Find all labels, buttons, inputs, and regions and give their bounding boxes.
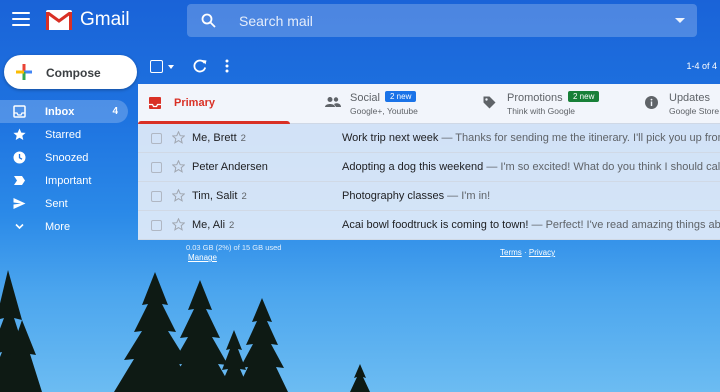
email-subject: Photography classes — [342, 190, 445, 202]
compose-plus-icon — [16, 64, 32, 80]
new-count-badge: 2 new — [568, 91, 600, 102]
email-subject: Adopting a dog this weekend — [342, 161, 484, 173]
sidebar-item-snoozed[interactable]: Snoozed — [0, 146, 130, 169]
gmail-logo[interactable]: Gmail — [46, 9, 130, 31]
row-checkbox[interactable] — [151, 133, 162, 144]
tab-primary[interactable]: Primary — [138, 84, 290, 124]
tag-icon — [483, 96, 496, 109]
tab-promotions[interactable]: Promotions 2 new Think with Google — [478, 84, 638, 124]
email-sender: Tim, Salit 2 — [192, 190, 247, 202]
tab-label: Promotions — [507, 92, 563, 104]
sender-name: Me, Ali — [192, 219, 226, 231]
mail-toolbar: 1-4 of 4 — [140, 55, 720, 79]
email-row[interactable]: Me, Ali 2 Acai bowl foodtruck is coming t… — [138, 211, 720, 240]
sidebar-item-more[interactable]: More — [0, 215, 130, 238]
email-sender: Me, Brett 2 — [192, 132, 246, 144]
privacy-link[interactable]: Privacy — [529, 248, 555, 257]
email-subject: Work trip next week — [342, 132, 439, 144]
app-name: Gmail — [80, 9, 130, 30]
email-sender: Me, Ali 2 — [192, 219, 234, 231]
search-bar[interactable]: Search mail — [187, 4, 697, 37]
row-checkbox[interactable] — [151, 191, 162, 202]
compose-button[interactable]: Compose — [4, 55, 137, 89]
tab-updates[interactable]: Updates Google Store — [643, 84, 720, 124]
select-options-icon[interactable] — [168, 65, 174, 69]
email-snippet: — I'm so excited! What do you think I sh… — [486, 161, 720, 173]
email-snippet: — Perfect! I've read amazing things abou… — [531, 219, 720, 231]
tab-social[interactable]: Social 2 new Google+, Youtube — [321, 84, 461, 124]
email-preview: Adopting a dog this weekend — I'm so exc… — [342, 161, 720, 173]
sender-name: Tim, Salit — [192, 190, 238, 202]
important-icon — [14, 176, 25, 185]
sidebar: Inbox 4 Starred Snoozed Important Sent M… — [0, 100, 130, 238]
tab-subtitle: Google+, Youtube — [350, 106, 418, 116]
sidebar-item-inbox[interactable]: Inbox 4 — [0, 100, 128, 123]
tab-subtitle: Think with Google — [507, 106, 576, 116]
mail-list-panel: Primary Social 2 new Google+, Youtube Pr… — [138, 84, 720, 240]
background-trees-image — [0, 270, 370, 392]
email-snippet: — I'm in! — [444, 190, 491, 202]
sender-name: Me, Brett — [192, 132, 237, 144]
email-row[interactable]: Peter Andersen Adopting a dog this weeke… — [138, 153, 720, 182]
sidebar-item-label: Starred — [45, 129, 82, 141]
people-icon — [325, 97, 341, 107]
thread-count: 2 — [240, 133, 246, 144]
link-separator: · — [521, 248, 529, 257]
sidebar-item-starred[interactable]: Starred — [0, 123, 130, 146]
refresh-icon[interactable] — [192, 58, 208, 74]
email-snippet: — Thanks for sending me the itinerary. I… — [438, 132, 720, 144]
tab-subtitle: Google Store — [669, 106, 720, 116]
manage-storage-link[interactable]: Manage — [188, 253, 217, 262]
storage-usage: 0.03 GB (2%) of 15 GB used — [186, 243, 282, 252]
sidebar-item-label: More — [45, 221, 71, 233]
row-checkbox[interactable] — [151, 162, 162, 173]
select-all-checkbox[interactable] — [150, 60, 163, 73]
sidebar-item-sent[interactable]: Sent — [0, 192, 130, 215]
search-icon — [201, 13, 216, 28]
tab-label: Social — [350, 92, 380, 104]
sidebar-item-label: Snoozed — [45, 152, 89, 164]
email-preview: Work trip next week — Thanks for sending… — [342, 132, 720, 144]
sidebar-item-important[interactable]: Important — [0, 169, 130, 192]
sidebar-item-label: Inbox — [45, 106, 75, 118]
compose-label: Compose — [46, 66, 101, 80]
email-subject: Acai bowl foodtruck is coming to town! — [342, 219, 529, 231]
thread-count: 2 — [241, 191, 247, 202]
email-row[interactable]: Tim, Salit 2 Photography classes — I'm in… — [138, 182, 720, 211]
top-bar: Gmail Search mail — [0, 0, 720, 40]
email-sender: Peter Andersen — [192, 161, 272, 173]
main-menu-button[interactable] — [12, 10, 30, 28]
footer-links: Terms · Privacy — [500, 248, 555, 257]
chevron-down-icon — [15, 223, 24, 230]
row-checkbox[interactable] — [151, 220, 162, 231]
more-vert-icon[interactable] — [224, 58, 230, 74]
clock-icon — [13, 151, 26, 164]
search-options-icon[interactable] — [675, 18, 685, 23]
new-count-badge: 2 new — [385, 91, 417, 102]
tab-label: Updates — [669, 92, 710, 104]
tab-label: Primary — [174, 97, 215, 109]
star-outline-icon[interactable] — [172, 189, 185, 202]
email-row[interactable]: Me, Brett 2 Work trip next week — Thanks … — [138, 124, 720, 153]
inbox-count: 4 — [112, 106, 118, 117]
sender-name: Peter Andersen — [192, 161, 268, 173]
email-preview: Photography classes — I'm in! — [342, 190, 720, 202]
star-icon — [13, 128, 26, 140]
star-outline-icon[interactable] — [172, 218, 185, 231]
search-placeholder: Search mail — [239, 13, 313, 29]
star-outline-icon[interactable] — [172, 131, 185, 144]
info-icon — [645, 96, 658, 109]
inbox-icon — [13, 105, 26, 118]
sidebar-item-label: Important — [45, 175, 92, 187]
pagination-text: 1-4 of 4 — [686, 61, 717, 71]
sidebar-item-label: Sent — [45, 198, 68, 210]
thread-count: 2 — [229, 220, 235, 231]
category-tabs: Primary Social 2 new Google+, Youtube Pr… — [138, 84, 720, 124]
gmail-m-icon — [46, 10, 72, 30]
email-preview: Acai bowl foodtruck is coming to town! —… — [342, 219, 720, 231]
send-icon — [13, 198, 26, 209]
inbox-tab-icon — [149, 97, 161, 109]
star-outline-icon[interactable] — [172, 160, 185, 173]
terms-link[interactable]: Terms — [500, 248, 522, 257]
